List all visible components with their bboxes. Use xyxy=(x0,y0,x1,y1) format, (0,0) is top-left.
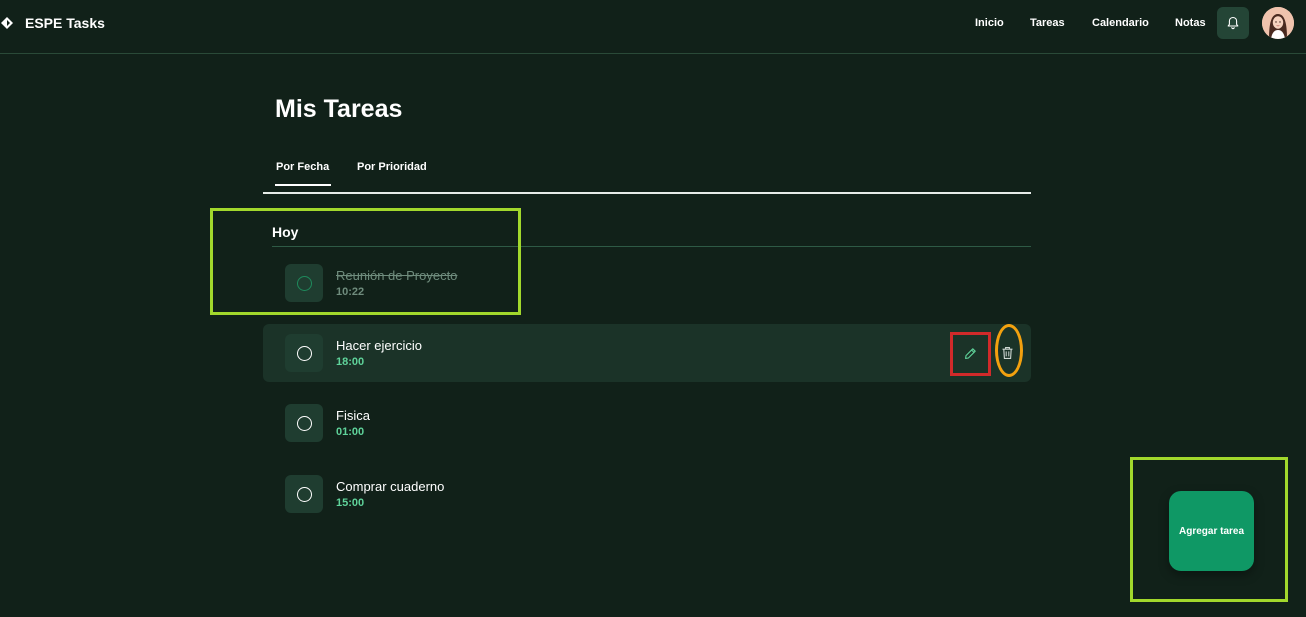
circle-check-icon xyxy=(296,486,312,502)
highlight-box-red xyxy=(950,332,991,376)
task-title: Fisica xyxy=(336,408,370,423)
nav-link-notas[interactable]: Notas xyxy=(1175,17,1206,29)
task-time: 18:00 xyxy=(336,356,365,368)
nav-link-tareas[interactable]: Tareas xyxy=(1030,17,1065,29)
avatar-image xyxy=(1262,7,1294,39)
nav-link-inicio[interactable]: Inicio xyxy=(975,17,1004,29)
highlight-box-green xyxy=(210,208,521,315)
page-title: Mis Tareas xyxy=(275,95,403,123)
task-time: 15:00 xyxy=(336,497,365,509)
circle-check-icon xyxy=(296,415,312,431)
highlight-ellipse-orange xyxy=(995,324,1023,377)
task-item[interactable]: Comprar cuaderno 15:00 xyxy=(263,465,1031,523)
tab-por-prioridad[interactable]: Por Prioridad xyxy=(357,161,427,173)
circle-check-icon xyxy=(296,345,312,361)
diamond-icon xyxy=(1,17,13,29)
task-checkbox[interactable] xyxy=(285,475,323,513)
user-avatar[interactable] xyxy=(1262,7,1294,39)
top-navbar: ESPE Tasks Inicio Tareas Calendario Nota… xyxy=(0,0,1306,54)
task-item[interactable]: Hacer ejercicio 18:00 xyxy=(263,324,1031,382)
nav-link-calendario[interactable]: Calendario xyxy=(1092,17,1149,29)
notifications-button[interactable] xyxy=(1217,7,1249,39)
highlight-box-green xyxy=(1130,457,1288,602)
active-tab-indicator xyxy=(275,184,331,186)
tabs-divider xyxy=(263,192,1031,194)
task-item[interactable]: Fisica 01:00 xyxy=(263,394,1031,452)
task-checkbox[interactable] xyxy=(285,404,323,442)
task-time: 01:00 xyxy=(336,426,365,438)
task-title: Comprar cuaderno xyxy=(336,479,445,494)
bell-icon xyxy=(1227,16,1239,30)
task-checkbox[interactable] xyxy=(285,334,323,372)
app-title: ESPE Tasks xyxy=(25,15,105,31)
tab-por-fecha[interactable]: Por Fecha xyxy=(276,161,329,173)
task-title: Hacer ejercicio xyxy=(336,338,422,353)
